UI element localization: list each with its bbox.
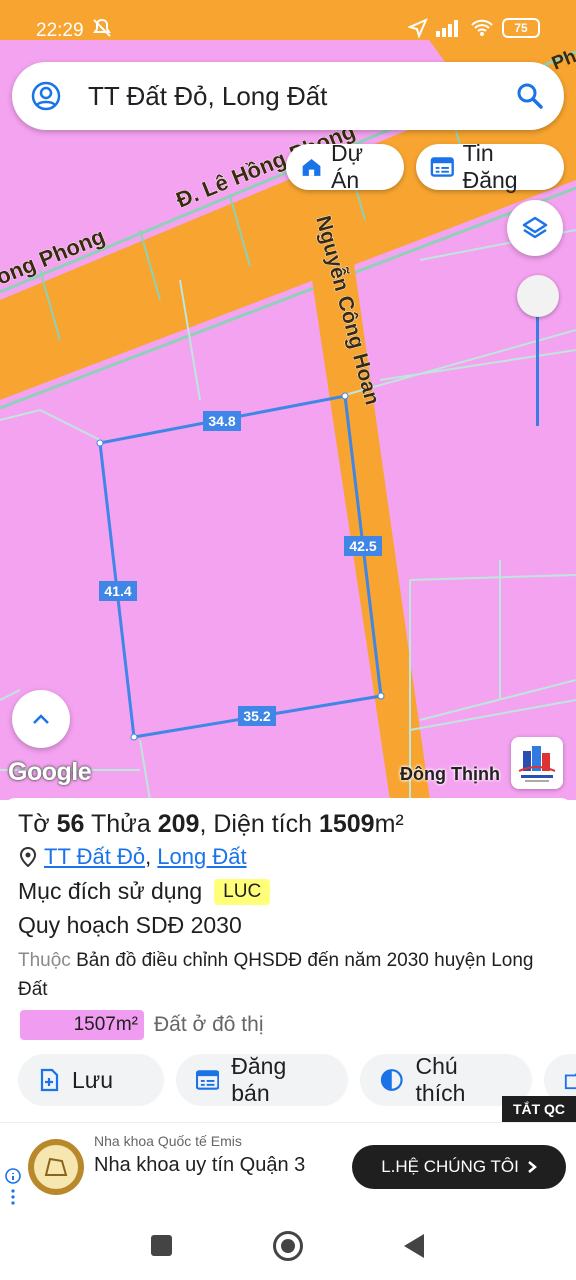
- purpose-row: Mục đích sử dụng LUC: [18, 878, 271, 905]
- purpose-code-badge: LUC: [214, 878, 271, 905]
- search-icon[interactable]: [516, 82, 544, 115]
- chevron-right-icon: [527, 1161, 537, 1173]
- ad-banner[interactable]: Nha khoa Quốc tế Emis Nha khoa uy tín Qu…: [0, 1122, 576, 1210]
- location-pin-icon: [20, 847, 36, 867]
- system-nav-bar: [0, 1212, 576, 1280]
- recents-button[interactable]: [151, 1235, 172, 1256]
- listing-icon: [196, 1070, 220, 1090]
- status-bar: 22:29 75: [0, 0, 576, 52]
- svg-text:41.4: 41.4: [104, 583, 131, 599]
- edge-label-top: 34.8: [203, 411, 241, 431]
- purpose-label: Mục đích sử dụng: [18, 878, 203, 904]
- layers-icon: [522, 216, 548, 239]
- map-view[interactable]: 34.8 42.5 41.4 35.2 Đ. Lê Hồng Phong ong…: [0, 0, 576, 800]
- chip-tin-dang-label: Tin Đăng: [462, 140, 518, 193]
- layers-button[interactable]: [507, 200, 563, 256]
- battery-indicator: 75: [502, 18, 540, 38]
- edge-label-right: 42.5: [344, 536, 382, 556]
- svg-text:35.2: 35.2: [243, 708, 270, 724]
- plan-title: Quy hoạch SDĐ 2030: [18, 912, 242, 938]
- ad-cta-button[interactable]: L.HỆ CHÚNG TÔI: [352, 1145, 566, 1189]
- listing-icon: [430, 157, 454, 177]
- zoning-swatch: 1507m²: [20, 1010, 144, 1040]
- house-icon: [302, 159, 321, 176]
- post-sale-button[interactable]: Đăng bán: [176, 1053, 348, 1106]
- ad-headline: Nha khoa uy tín Quận 3: [94, 1154, 306, 1176]
- ad-advertiser: Nha khoa Quốc tế Emis: [94, 1133, 242, 1149]
- back-button[interactable]: [404, 1234, 424, 1258]
- info-icon[interactable]: [4, 1167, 22, 1207]
- add-layer-icon: [564, 1073, 576, 1090]
- status-time: 22:29: [36, 20, 84, 41]
- svg-text:42.5: 42.5: [349, 538, 376, 554]
- chevron-up-icon: [33, 714, 49, 724]
- edge-label-bottom: 35.2: [238, 706, 276, 726]
- account-icon[interactable]: [30, 80, 62, 117]
- district-link[interactable]: Long Đất: [157, 844, 246, 869]
- signal-icon: [436, 20, 458, 37]
- search-input[interactable]: TT Đất Đỏ, Long Đất: [88, 81, 327, 112]
- ward-link[interactable]: TT Đất Đỏ: [44, 844, 145, 869]
- edge-label-left: 41.4: [99, 581, 137, 601]
- brand-label: Đông Thịnh: [400, 764, 500, 784]
- zoning-area-row: 1507m² Đất ở đô thị: [20, 1010, 264, 1040]
- home-button[interactable]: [273, 1231, 303, 1261]
- save-button[interactable]: Lưu: [18, 1054, 164, 1106]
- contrast-icon: [380, 1069, 403, 1091]
- parcel-info-sheet: Tờ 56 Thửa 209, Diện tích 1509m² TT Đất …: [0, 798, 576, 1120]
- opacity-slider-thumb[interactable]: [517, 275, 559, 317]
- chip-tin-dang[interactable]: Tin Đăng: [416, 140, 564, 193]
- google-logo: Google: [8, 758, 92, 786]
- zoning-label: Đất ở đô thị: [154, 1013, 264, 1036]
- wifi-icon: [471, 19, 493, 36]
- svg-text:34.8: 34.8: [208, 413, 235, 429]
- chip-du-an[interactable]: Dự Án: [286, 140, 404, 193]
- chip-du-an-label: Dự Án: [331, 140, 364, 193]
- advertiser-logo: [28, 1139, 84, 1195]
- location-arrow-icon: [408, 18, 428, 38]
- close-ad-button[interactable]: TẮT QC: [502, 1096, 576, 1122]
- bookmark-add-icon: [40, 1068, 59, 1092]
- opacity-slider-track[interactable]: [536, 300, 539, 426]
- parcel-title: Tờ 56 Thửa 209, Diện tích 1509m²: [18, 810, 404, 838]
- expand-up-button[interactable]: [12, 690, 70, 748]
- location-row: TT Đất Đỏ, Long Đất: [20, 844, 247, 870]
- search-bar[interactable]: TT Đất Đỏ, Long Đất: [12, 62, 564, 130]
- plan-source: Thuộc Bản đồ điều chỉnh QHSDĐ đến năm 20…: [18, 950, 534, 1000]
- bell-off-icon: [92, 18, 112, 43]
- brand-logo[interactable]: [511, 737, 563, 789]
